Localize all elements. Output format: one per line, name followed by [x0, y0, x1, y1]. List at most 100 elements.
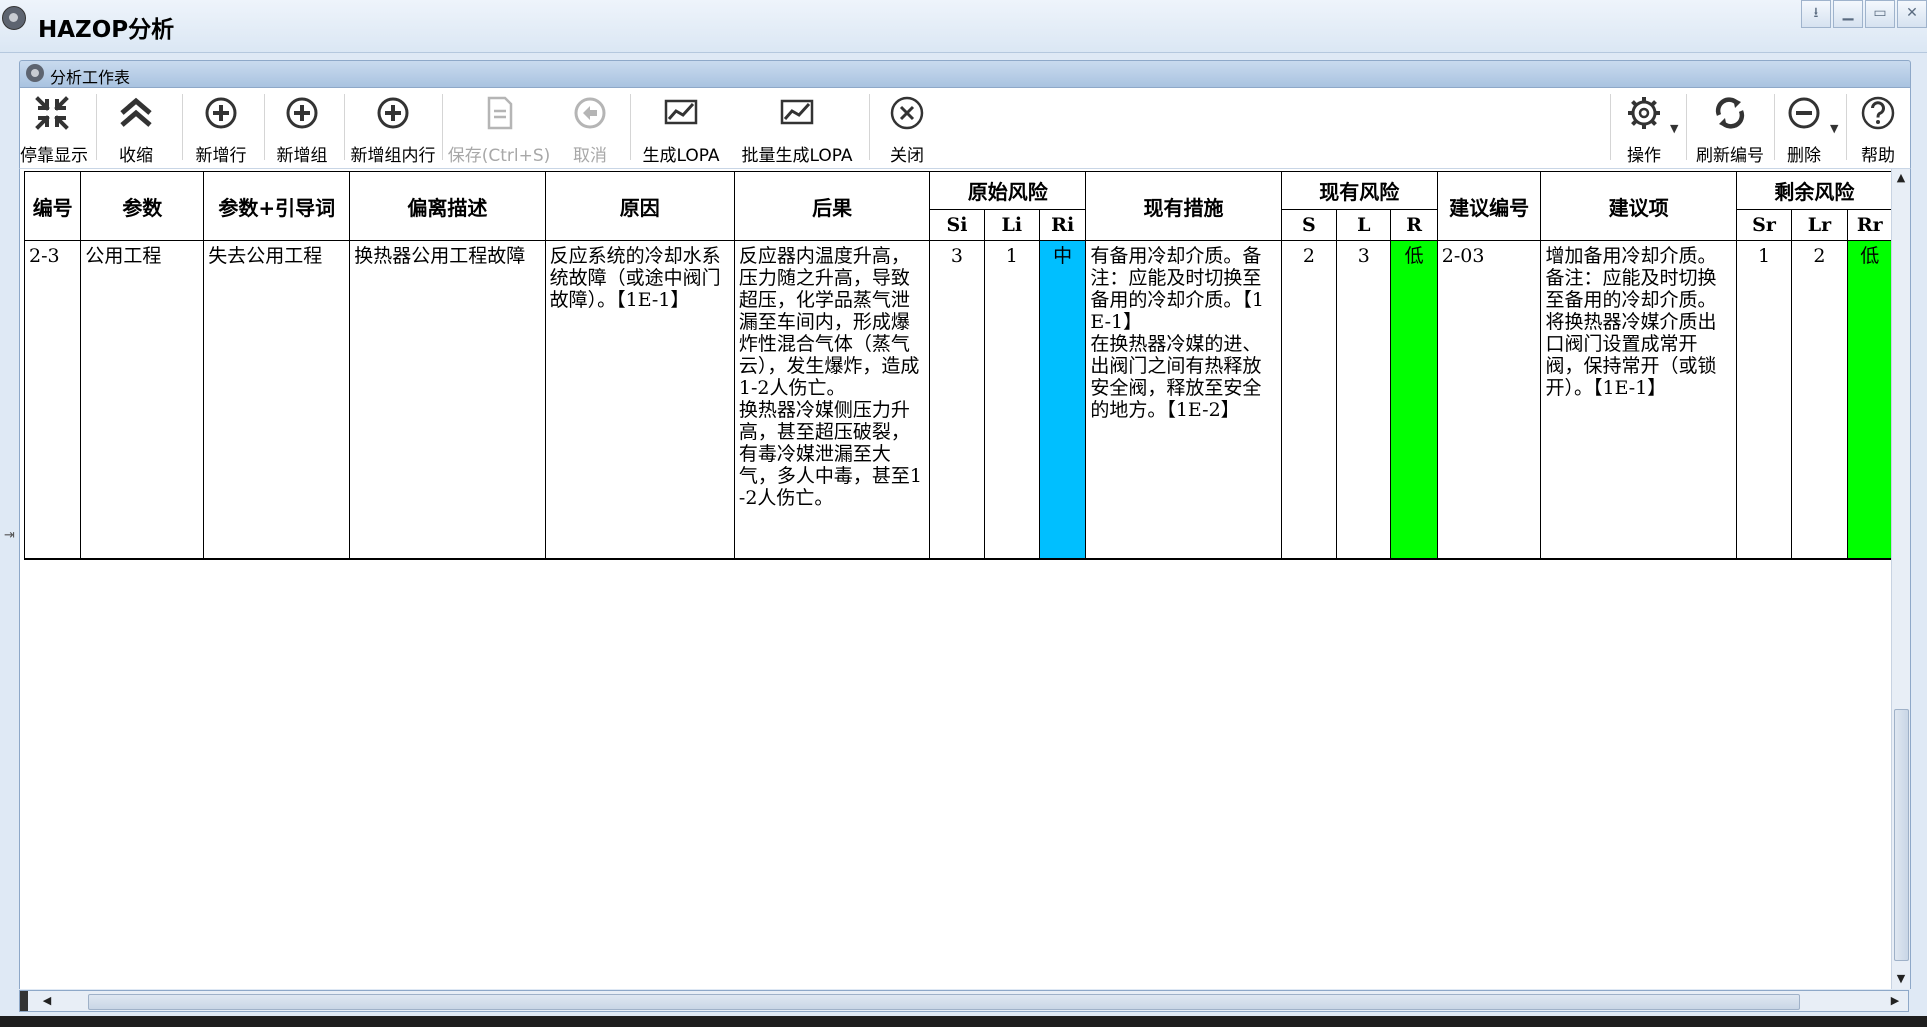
header-deviation[interactable]: 偏离描述	[349, 171, 546, 241]
cell-param-guideword[interactable]: 失去公用工程	[203, 240, 351, 560]
header-si[interactable]: Si	[929, 209, 985, 241]
help-icon	[1861, 96, 1895, 130]
minus-circle-icon	[1788, 97, 1820, 129]
separator	[1686, 94, 1687, 160]
cell-s[interactable]: 2	[1280, 240, 1338, 560]
maximize-button[interactable]: ▭	[1865, 0, 1895, 28]
cell-param[interactable]: 公用工程	[80, 240, 205, 560]
help-button[interactable]: 帮助	[1850, 88, 1906, 168]
add-group-row-button[interactable]: 新增组内行	[346, 88, 440, 168]
cell-no[interactable]: 2-3	[23, 240, 82, 560]
cell-rr-risk-low[interactable]: 低	[1846, 240, 1894, 560]
hazop-table: 编号 参数 参数+引导词 偏离描述 原因 后果 原始风险 现有措施 现有风险 建…	[23, 171, 1894, 560]
dock-button[interactable]: 停靠显示	[20, 88, 88, 168]
add-group-label: 新增组	[276, 146, 328, 166]
app-icon	[2, 6, 26, 30]
header-param[interactable]: 参数	[80, 171, 205, 241]
header-recommendation[interactable]: 建议项	[1540, 171, 1737, 241]
refresh-icon	[1715, 97, 1745, 129]
minimize-button[interactable]: ▁	[1833, 0, 1863, 28]
collapse-label: 收缩	[119, 146, 153, 166]
header-ri[interactable]: Ri	[1039, 209, 1087, 241]
separator	[264, 94, 265, 160]
header-lr[interactable]: Lr	[1791, 209, 1848, 241]
header-s[interactable]: S	[1280, 209, 1338, 241]
save-document-icon	[487, 96, 513, 130]
scroll-up-icon[interactable]: ▲	[1892, 171, 1910, 184]
separator	[1846, 94, 1847, 160]
cell-recommendation[interactable]: 增加备用冷却介质。备注：应能及时切换至备用的冷却介质。 将换热器冷媒介质出口阀门…	[1540, 240, 1737, 560]
header-no[interactable]: 编号	[23, 171, 82, 241]
cell-cause[interactable]: 反应系统的冷却水系统故障（或途中阀门故障）。【1E-1】	[544, 240, 735, 560]
vertical-scrollbar[interactable]: ▲ ▼	[1891, 169, 1910, 989]
plus-circle-icon	[205, 97, 237, 129]
cell-ri-risk-medium[interactable]: 中	[1039, 240, 1087, 560]
refresh-numbering-label: 刷新编号	[1696, 146, 1764, 166]
operate-button[interactable]: 操作	[1614, 88, 1674, 168]
cancel-button[interactable]: 取消	[560, 88, 620, 168]
horizontal-scroll-thumb[interactable]	[88, 994, 1800, 1010]
cancel-label: 取消	[573, 146, 607, 166]
operate-label: 操作	[1627, 146, 1661, 166]
separator	[182, 94, 183, 160]
window-controls: ⭳ ▁ ▭ ✕	[1799, 0, 1927, 30]
generate-lopa-label: 生成LOPA	[642, 146, 720, 166]
separator	[630, 94, 631, 160]
pin-window-button[interactable]: ⭳	[1801, 0, 1831, 28]
delete-label: 删除	[1787, 146, 1821, 166]
cell-l[interactable]: 3	[1336, 240, 1392, 560]
operate-dropdown-icon[interactable]: ▼	[1670, 122, 1678, 135]
save-button[interactable]: 保存(Ctrl+S)	[445, 88, 553, 168]
separator	[869, 94, 870, 160]
separator	[442, 94, 443, 160]
collapse-button[interactable]: 收缩	[100, 88, 172, 168]
side-expand-icon[interactable]: ⇥	[4, 528, 15, 543]
header-li[interactable]: Li	[983, 209, 1041, 241]
header-rr[interactable]: Rr	[1846, 209, 1894, 241]
delete-dropdown-icon[interactable]: ▼	[1830, 122, 1838, 135]
header-cause[interactable]: 原因	[544, 171, 735, 241]
header-l[interactable]: L	[1336, 209, 1392, 241]
panel-title: 分析工作表	[50, 68, 131, 87]
help-label: 帮助	[1861, 146, 1895, 166]
separator	[1774, 94, 1775, 160]
shrink-arrows-icon	[35, 96, 69, 130]
scroll-right-icon[interactable]: ▶	[1886, 994, 1904, 1007]
scroll-left-icon[interactable]: ◀	[38, 994, 56, 1007]
cell-lr[interactable]: 2	[1791, 240, 1848, 560]
cell-existing-measures[interactable]: 有备用冷却介质。备注：应能及时切换至备用的冷却介质。【1E-1】 在换热器冷媒的…	[1085, 240, 1282, 560]
close-label: 关闭	[890, 146, 924, 166]
cell-sr[interactable]: 1	[1735, 240, 1793, 560]
header-residual-risk: 剩余风险	[1735, 171, 1894, 210]
panel-header: 分析工作表	[19, 60, 1911, 88]
batch-generate-lopa-button[interactable]: 批量生成LOPA	[732, 88, 862, 168]
cell-consequence[interactable]: 反应器内温度升高，压力随之升高，导致超压，化学品蒸气泄漏至车间内，形成爆炸性混合…	[733, 240, 931, 560]
cell-recommendation-no[interactable]: 2-03	[1436, 240, 1542, 560]
close-circle-icon	[890, 96, 924, 130]
cell-deviation[interactable]: 换热器公用工程故障	[349, 240, 546, 560]
header-existing-measures[interactable]: 现有措施	[1085, 171, 1282, 241]
vertical-scroll-thumb[interactable]	[1894, 709, 1909, 961]
generate-lopa-button[interactable]: 生成LOPA	[634, 88, 728, 168]
cell-si[interactable]: 3	[929, 240, 985, 560]
refresh-numbering-button[interactable]: 刷新编号	[1688, 88, 1772, 168]
delete-button[interactable]: 删除	[1776, 88, 1832, 168]
separator	[344, 94, 345, 160]
header-consequence[interactable]: 后果	[733, 171, 931, 241]
double-chevron-up-icon	[120, 97, 152, 127]
gear-icon	[1628, 97, 1660, 129]
add-row-button[interactable]: 新增行	[188, 88, 254, 168]
horizontal-scrollbar[interactable]: ◀ ▶	[19, 990, 1909, 1012]
batch-generate-lopa-label: 批量生成LOPA	[741, 146, 853, 166]
add-group-button[interactable]: 新增组	[269, 88, 335, 168]
header-param-guideword[interactable]: 参数+引导词	[203, 171, 351, 241]
cell-r-risk-low[interactable]: 低	[1390, 240, 1438, 560]
table-row[interactable]: 2-3 公用工程 失去公用工程 换热器公用工程故障 反应系统的冷却水系统故障（或…	[23, 240, 1894, 560]
cell-li[interactable]: 1	[983, 240, 1041, 560]
scroll-down-icon[interactable]: ▼	[1892, 972, 1910, 985]
close-button[interactable]: 关闭	[872, 88, 942, 168]
header-recommendation-no[interactable]: 建议编号	[1436, 171, 1542, 241]
close-window-button[interactable]: ✕	[1897, 0, 1927, 28]
header-r[interactable]: R	[1390, 209, 1438, 241]
header-sr[interactable]: Sr	[1735, 209, 1793, 241]
